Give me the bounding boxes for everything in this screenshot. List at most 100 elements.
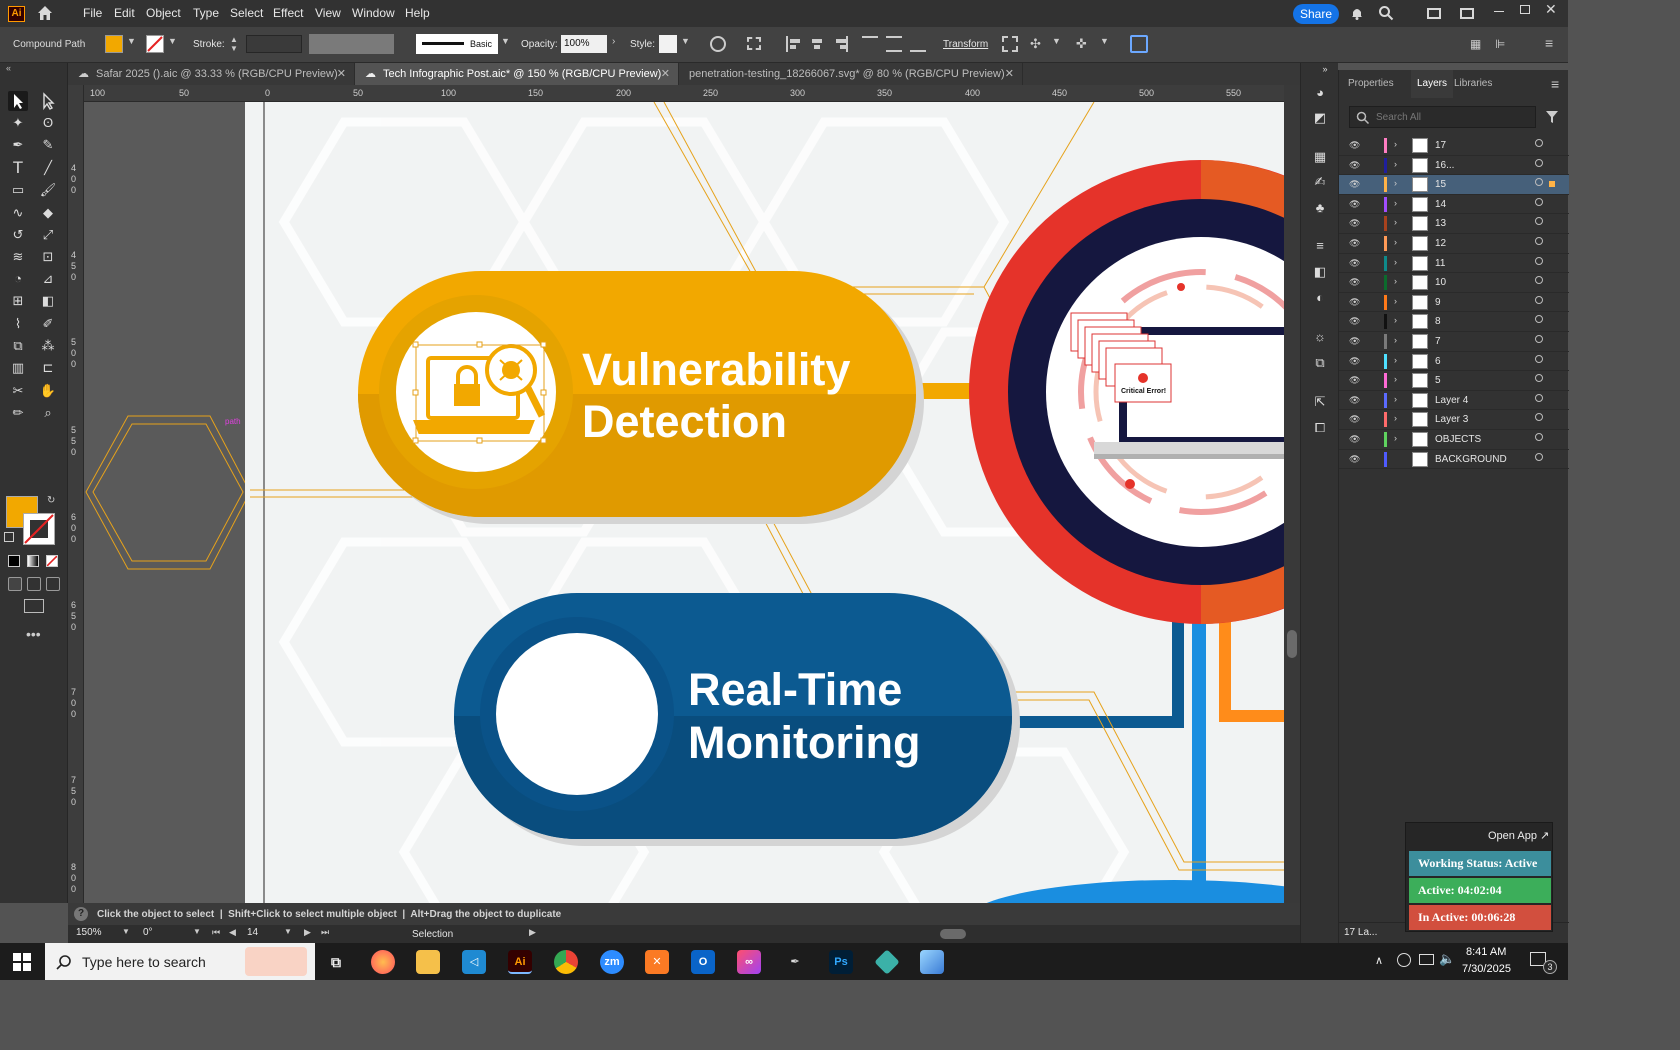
lasso-tool-icon[interactable]: ʘ — [38, 113, 58, 133]
collapse-icon[interactable]: « — [6, 63, 11, 73]
transparency-icon[interactable]: ◐ — [1310, 288, 1330, 308]
color-guide-icon[interactable]: ◩ — [1310, 108, 1330, 128]
paintbrush-tool-icon[interactable]: 🖌 — [38, 180, 58, 200]
gradient-mode-icon[interactable] — [27, 555, 39, 567]
chevron-down-icon[interactable]: ▼ — [168, 36, 177, 46]
measure-tool-icon[interactable]: ✐ — [38, 314, 58, 334]
rectangle-tool-icon[interactable]: ▭ — [8, 180, 28, 200]
file-explorer-icon[interactable] — [416, 950, 440, 974]
selection-tool-icon[interactable] — [8, 91, 28, 111]
layer-row[interactable]: 👁 › 13 — [1339, 214, 1569, 234]
eye-icon[interactable]: 👁 — [1349, 297, 1360, 308]
scroll-thumb[interactable] — [940, 929, 966, 939]
appearance-icon[interactable]: ☼ — [1310, 327, 1330, 347]
chevron-right-icon[interactable]: › — [1394, 276, 1397, 286]
eye-icon[interactable]: 👁 — [1349, 316, 1360, 327]
app-shape-icon[interactable] — [920, 950, 944, 974]
align-right-icon[interactable] — [834, 36, 848, 52]
tab-layers[interactable]: Layers — [1411, 70, 1454, 98]
layer-row[interactable]: 👁 › 5 — [1339, 371, 1569, 391]
layer-row[interactable]: 👁 › 9 — [1339, 293, 1569, 313]
swatches-icon[interactable]: ▦ — [1310, 147, 1330, 167]
chevron-down-icon[interactable]: ▼ — [1100, 36, 1109, 46]
gradient-panel-icon[interactable]: ◧ — [1310, 262, 1330, 282]
chevron-right-icon[interactable]: › — [1394, 237, 1397, 247]
curvature-tool-icon[interactable]: ✎ — [38, 135, 58, 155]
chevron-right-icon[interactable]: › — [1394, 159, 1397, 169]
draw-inside-icon[interactable] — [46, 577, 60, 591]
layer-row[interactable]: 👁 › 16... — [1339, 156, 1569, 176]
open-app-link[interactable]: Open App ↗ — [1488, 829, 1549, 842]
target-icon[interactable] — [1535, 413, 1543, 422]
eyedropper-tool-icon[interactable]: ⌇ — [8, 314, 28, 334]
illustrator-icon[interactable]: Ai — [508, 950, 532, 974]
symbols-icon[interactable]: ♣ — [1310, 198, 1330, 218]
column-graph-tool-icon[interactable]: ▥ — [8, 358, 28, 378]
layer-row[interactable]: 👁 › 12 — [1339, 234, 1569, 254]
chevron-right-icon[interactable]: › — [1394, 198, 1397, 208]
firefox-icon[interactable] — [371, 950, 395, 974]
collapse-icon[interactable]: » — [1315, 59, 1335, 79]
stroke-weight-input[interactable] — [246, 35, 302, 53]
panel-menu-icon[interactable]: ≡ — [1545, 35, 1553, 51]
volume-icon[interactable]: 🔈 — [1439, 951, 1455, 967]
align-top-icon[interactable] — [862, 36, 878, 52]
puppet-warp-icon[interactable]: ✣ — [1030, 36, 1046, 52]
chevron-right-icon[interactable]: › — [1394, 413, 1397, 423]
color-mode-icon[interactable] — [8, 555, 20, 567]
target-icon[interactable] — [1535, 315, 1543, 324]
chevron-right-icon[interactable]: › — [1394, 178, 1397, 188]
menu-view[interactable]: View — [315, 6, 341, 20]
chevron-up-icon[interactable]: ∧ — [1375, 954, 1383, 967]
card-vulnerability[interactable]: Vulnerability Detection — [358, 271, 924, 524]
eye-icon[interactable]: 👁 — [1349, 238, 1360, 249]
pen-tool-icon[interactable]: ✒ — [8, 135, 28, 155]
align-options-icon[interactable]: ⊫ — [1495, 37, 1509, 51]
default-colors-icon[interactable] — [4, 532, 14, 542]
layer-row[interactable]: 👁 › 10 — [1339, 273, 1569, 293]
perspective-grid-tool-icon[interactable]: ⊿ — [38, 269, 58, 289]
close-icon[interactable]: ✕ — [337, 67, 346, 80]
creative-cloud-icon[interactable]: ∞ — [737, 950, 761, 974]
eye-icon[interactable]: 👁 — [1349, 336, 1360, 347]
hand-tool-icon[interactable]: ✋ — [38, 381, 58, 401]
magic-wand-tool-icon[interactable]: ✦ — [8, 113, 28, 133]
warp-tool-icon[interactable]: ≋ — [8, 247, 28, 267]
menu-help[interactable]: Help — [405, 6, 430, 20]
target-icon[interactable] — [1535, 374, 1543, 383]
eye-icon[interactable]: 👁 — [1349, 258, 1360, 269]
chevron-right-icon[interactable]: › — [1394, 335, 1397, 345]
slice-tool-icon[interactable]: ✂ — [8, 381, 28, 401]
tab-penetration-testing[interactable]: penetration-testing_18266067.svg* @ 80 %… — [679, 63, 1023, 85]
target-icon[interactable] — [1535, 237, 1543, 245]
outlook-icon[interactable]: O — [691, 950, 715, 974]
eye-icon[interactable]: 👁 — [1349, 454, 1360, 465]
menu-file[interactable]: File — [83, 6, 102, 20]
scale-tool-icon[interactable]: ⤢ — [38, 225, 58, 245]
target-icon[interactable] — [1535, 295, 1543, 304]
align-to-icon[interactable] — [747, 37, 761, 50]
edit-toolbar-icon[interactable]: ✏ — [8, 403, 28, 423]
target-icon[interactable] — [1535, 335, 1543, 343]
chevron-down-icon[interactable]: ▼ — [122, 927, 130, 936]
target-icon[interactable] — [1535, 452, 1543, 461]
opacity-input[interactable]: 100% — [561, 35, 607, 53]
layer-row[interactable]: 👁 › 17 — [1339, 136, 1569, 156]
close-icon[interactable]: ✕ — [1545, 1, 1557, 18]
clock-date[interactable]: 7/30/2025 — [1462, 963, 1511, 975]
clock-time[interactable]: 8:41 AM — [1466, 946, 1506, 958]
eraser-tool-icon[interactable]: ◆ — [38, 203, 58, 223]
target-icon[interactable] — [1535, 197, 1543, 206]
menu-edit[interactable]: Edit — [114, 6, 135, 20]
envelope-icon[interactable]: ✜ — [1076, 36, 1092, 52]
chevron-down-icon[interactable]: ▼ — [1052, 36, 1061, 46]
chevron-right-icon[interactable]: › — [1394, 394, 1397, 404]
layer-row[interactable]: 👁›BACKGROUND — [1339, 450, 1569, 470]
target-icon[interactable] — [1535, 158, 1543, 167]
menu-window[interactable]: Window — [352, 6, 395, 20]
display-icon[interactable] — [1419, 954, 1434, 965]
recolor-icon[interactable] — [710, 36, 726, 52]
chevron-down-icon[interactable]: ▼ — [501, 36, 510, 46]
chevron-right-icon[interactable]: › — [1394, 315, 1397, 325]
eye-icon[interactable]: 👁 — [1349, 179, 1360, 190]
